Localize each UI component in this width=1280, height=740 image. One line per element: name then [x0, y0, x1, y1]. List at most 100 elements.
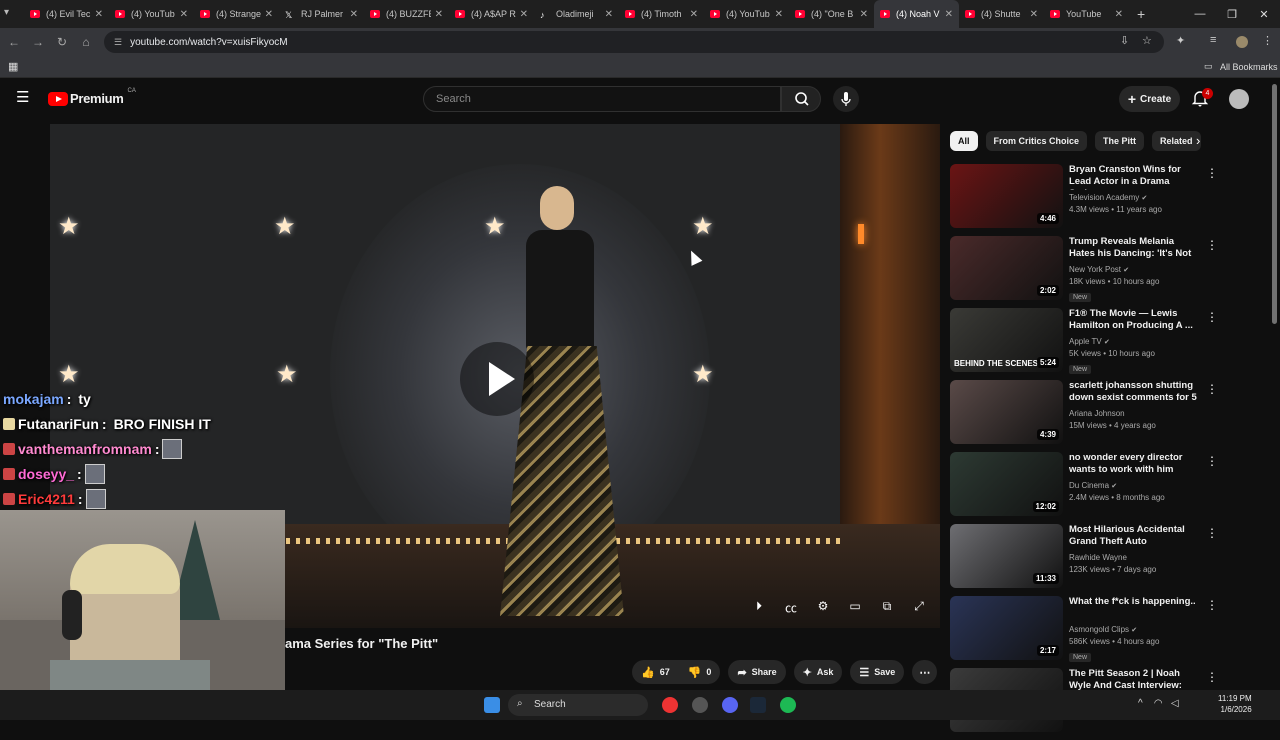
recommended-video-title[interactable]: What the f*ck is happening.. [1069, 596, 1199, 622]
app-icon[interactable] [692, 697, 708, 713]
channel-name[interactable]: New York Post [1069, 265, 1121, 274]
more-options-icon[interactable]: ⋮ [1206, 166, 1218, 180]
more-options-icon[interactable]: ⋮ [1206, 454, 1218, 468]
channel-name[interactable]: Ariana Johnson [1069, 409, 1125, 418]
close-tab-icon[interactable]: ✕ [1030, 9, 1038, 20]
chevron-up-icon[interactable]: ^ [1138, 698, 1143, 709]
create-button[interactable]: + Create [1119, 86, 1180, 112]
browser-tab[interactable]: (4) Noah V ✕ [874, 0, 959, 28]
forward-icon[interactable]: → [26, 35, 50, 49]
reload-icon[interactable]: ↻ [50, 35, 74, 49]
video-thumbnail[interactable]: 4:39 [950, 380, 1063, 444]
browser-tab[interactable]: (4) Timoth ✕ [619, 0, 704, 28]
ask-button[interactable]: ✦ Ask [793, 660, 843, 684]
fullscreen-icon[interactable]: ⤢ [910, 599, 928, 616]
browser-tab[interactable]: ♪ Oladimeji ✕ [534, 0, 619, 28]
browser-tab[interactable]: (4) "One B ✕ [789, 0, 874, 28]
volume-icon[interactable]: ◁ [1171, 698, 1179, 709]
recommended-video-title[interactable]: Bryan Cranston Wins for Lead Actor in a … [1069, 164, 1199, 190]
extensions-icon[interactable]: ✦ [1176, 34, 1185, 47]
more-options-icon[interactable]: ⋮ [1206, 310, 1218, 324]
close-tab-icon[interactable]: ✕ [945, 9, 953, 20]
chevron-right-icon[interactable]: › [1196, 133, 1200, 148]
close-tab-icon[interactable]: ✕ [265, 9, 273, 20]
scrollbar[interactable] [1272, 84, 1277, 324]
recommended-video[interactable]: 11:33 Most Hilarious Accidental Grand The… [950, 524, 1220, 592]
settings-gear-icon[interactable]: ⚙ [814, 599, 832, 616]
channel-name[interactable]: Apple TV [1069, 337, 1102, 346]
system-clock[interactable]: 11:19 PM 1/6/2026 [1218, 693, 1252, 715]
minimize-icon[interactable]: — [1184, 8, 1216, 20]
share-button[interactable]: ➦ Share [728, 660, 786, 684]
wifi-icon[interactable]: ◠ [1154, 698, 1163, 709]
recommended-video[interactable]: 2:02 Trump Reveals Melania Hates his Danc… [950, 236, 1220, 304]
video-thumbnail[interactable]: 2:02 [950, 236, 1063, 300]
channel-name[interactable]: Asmongold Clips [1069, 625, 1129, 634]
url-field[interactable]: ☰ youtube.com/watch?v=xuisFikyocM [104, 31, 1164, 53]
more-options-icon[interactable]: ⋮ [1206, 670, 1218, 684]
filter-chip[interactable]: All [950, 131, 978, 151]
close-tab-icon[interactable]: ✕ [605, 9, 613, 20]
browser-tab[interactable]: (4) YouTub ✕ [704, 0, 789, 28]
play-button[interactable] [460, 342, 534, 416]
new-tab-button[interactable]: + [1137, 6, 1145, 22]
site-info-icon[interactable]: ☰ [114, 37, 122, 48]
browser-tab[interactable]: 𝕏 RJ Palmer ✕ [279, 0, 364, 28]
search-button[interactable] [781, 86, 821, 112]
browser-tab[interactable]: YouTube ✕ [1044, 0, 1129, 28]
video-thumbnail[interactable]: 12:02 [950, 452, 1063, 516]
more-options-icon[interactable]: ⋮ [1206, 526, 1218, 540]
recommended-video[interactable]: 4:46 Bryan Cranston Wins for Lead Actor i… [950, 164, 1220, 232]
close-window-icon[interactable]: ✕ [1248, 8, 1280, 21]
browser-tab[interactable]: (4) A$AP R ✕ [449, 0, 534, 28]
discord-icon[interactable] [722, 697, 738, 713]
save-button[interactable]: ☰ Save [850, 660, 905, 684]
video-thumbnail[interactable]: 4:46 [950, 164, 1063, 228]
close-tab-icon[interactable]: ✕ [180, 9, 188, 20]
chrome-icon[interactable] [662, 697, 678, 713]
search-input[interactable]: Search [423, 86, 781, 112]
windows-start-icon[interactable] [484, 697, 500, 713]
taskbar-search[interactable]: ⌕ Search [508, 694, 648, 716]
hamburger-menu-icon[interactable]: ☰ [16, 90, 32, 106]
autoplay-toggle-icon[interactable]: ⏵ [750, 599, 768, 616]
recommended-video-title[interactable]: Most Hilarious Accidental Grand Theft Au… [1069, 524, 1199, 550]
more-options-icon[interactable]: ⋮ [1206, 598, 1218, 612]
close-tab-icon[interactable]: ✕ [690, 9, 698, 20]
cast-icon[interactable]: ⧉ [878, 599, 896, 616]
filter-chip[interactable]: The Pitt [1095, 131, 1145, 151]
close-tab-icon[interactable]: ✕ [435, 9, 443, 20]
more-actions-button[interactable]: ⋯ [912, 660, 938, 684]
recommended-video-title[interactable]: Trump Reveals Melania Hates his Dancing:… [1069, 236, 1199, 262]
browser-menu-icon[interactable]: ⋮ [1262, 34, 1273, 47]
steam-icon[interactable] [750, 697, 766, 713]
more-options-icon[interactable]: ⋮ [1206, 382, 1218, 396]
browser-tab[interactable]: (4) YouTub ✕ [109, 0, 194, 28]
restore-icon[interactable]: ❐ [1216, 8, 1248, 21]
close-tab-icon[interactable]: ✕ [775, 9, 783, 20]
video-thumbnail[interactable]: BEHIND THE SCENES 5:24 [950, 308, 1063, 372]
browser-tab[interactable]: (4) Evil Tec ✕ [24, 0, 109, 28]
recommended-video-title[interactable]: F1® The Movie — Lewis Hamilton on Produc… [1069, 308, 1199, 334]
all-bookmarks-link[interactable]: All Bookmarks [1220, 62, 1278, 72]
recommended-video-title[interactable]: scarlett johansson shutting down sexist … [1069, 380, 1199, 406]
channel-name[interactable]: Television Academy [1069, 193, 1139, 202]
youtube-premium-logo[interactable]: Premium CA [48, 88, 136, 106]
browser-tab[interactable]: (4) Shutte ✕ [959, 0, 1044, 28]
recommended-video-title[interactable]: no wonder every director wants to work w… [1069, 452, 1199, 478]
profile-icon[interactable] [1236, 36, 1248, 48]
video-thumbnail[interactable]: 11:33 [950, 524, 1063, 588]
theater-mode-icon[interactable]: ▭ [846, 599, 864, 616]
home-icon[interactable]: ⌂ [74, 35, 98, 49]
recommended-video[interactable]: 4:39 scarlett johansson shutting down sex… [950, 380, 1220, 448]
close-tab-icon[interactable]: ✕ [95, 9, 103, 20]
dislike-button[interactable]: 👎 0 [679, 660, 721, 684]
close-tab-icon[interactable]: ✕ [1115, 9, 1123, 20]
voice-search-button[interactable] [833, 86, 859, 112]
more-options-icon[interactable]: ⋮ [1206, 238, 1218, 252]
recommended-video[interactable]: 12:02 no wonder every director wants to w… [950, 452, 1220, 520]
captions-icon[interactable]: ㏄ [782, 599, 800, 616]
close-tab-icon[interactable]: ✕ [860, 9, 868, 20]
account-avatar[interactable] [1229, 89, 1249, 109]
like-button[interactable]: 👍 67 [632, 660, 679, 684]
